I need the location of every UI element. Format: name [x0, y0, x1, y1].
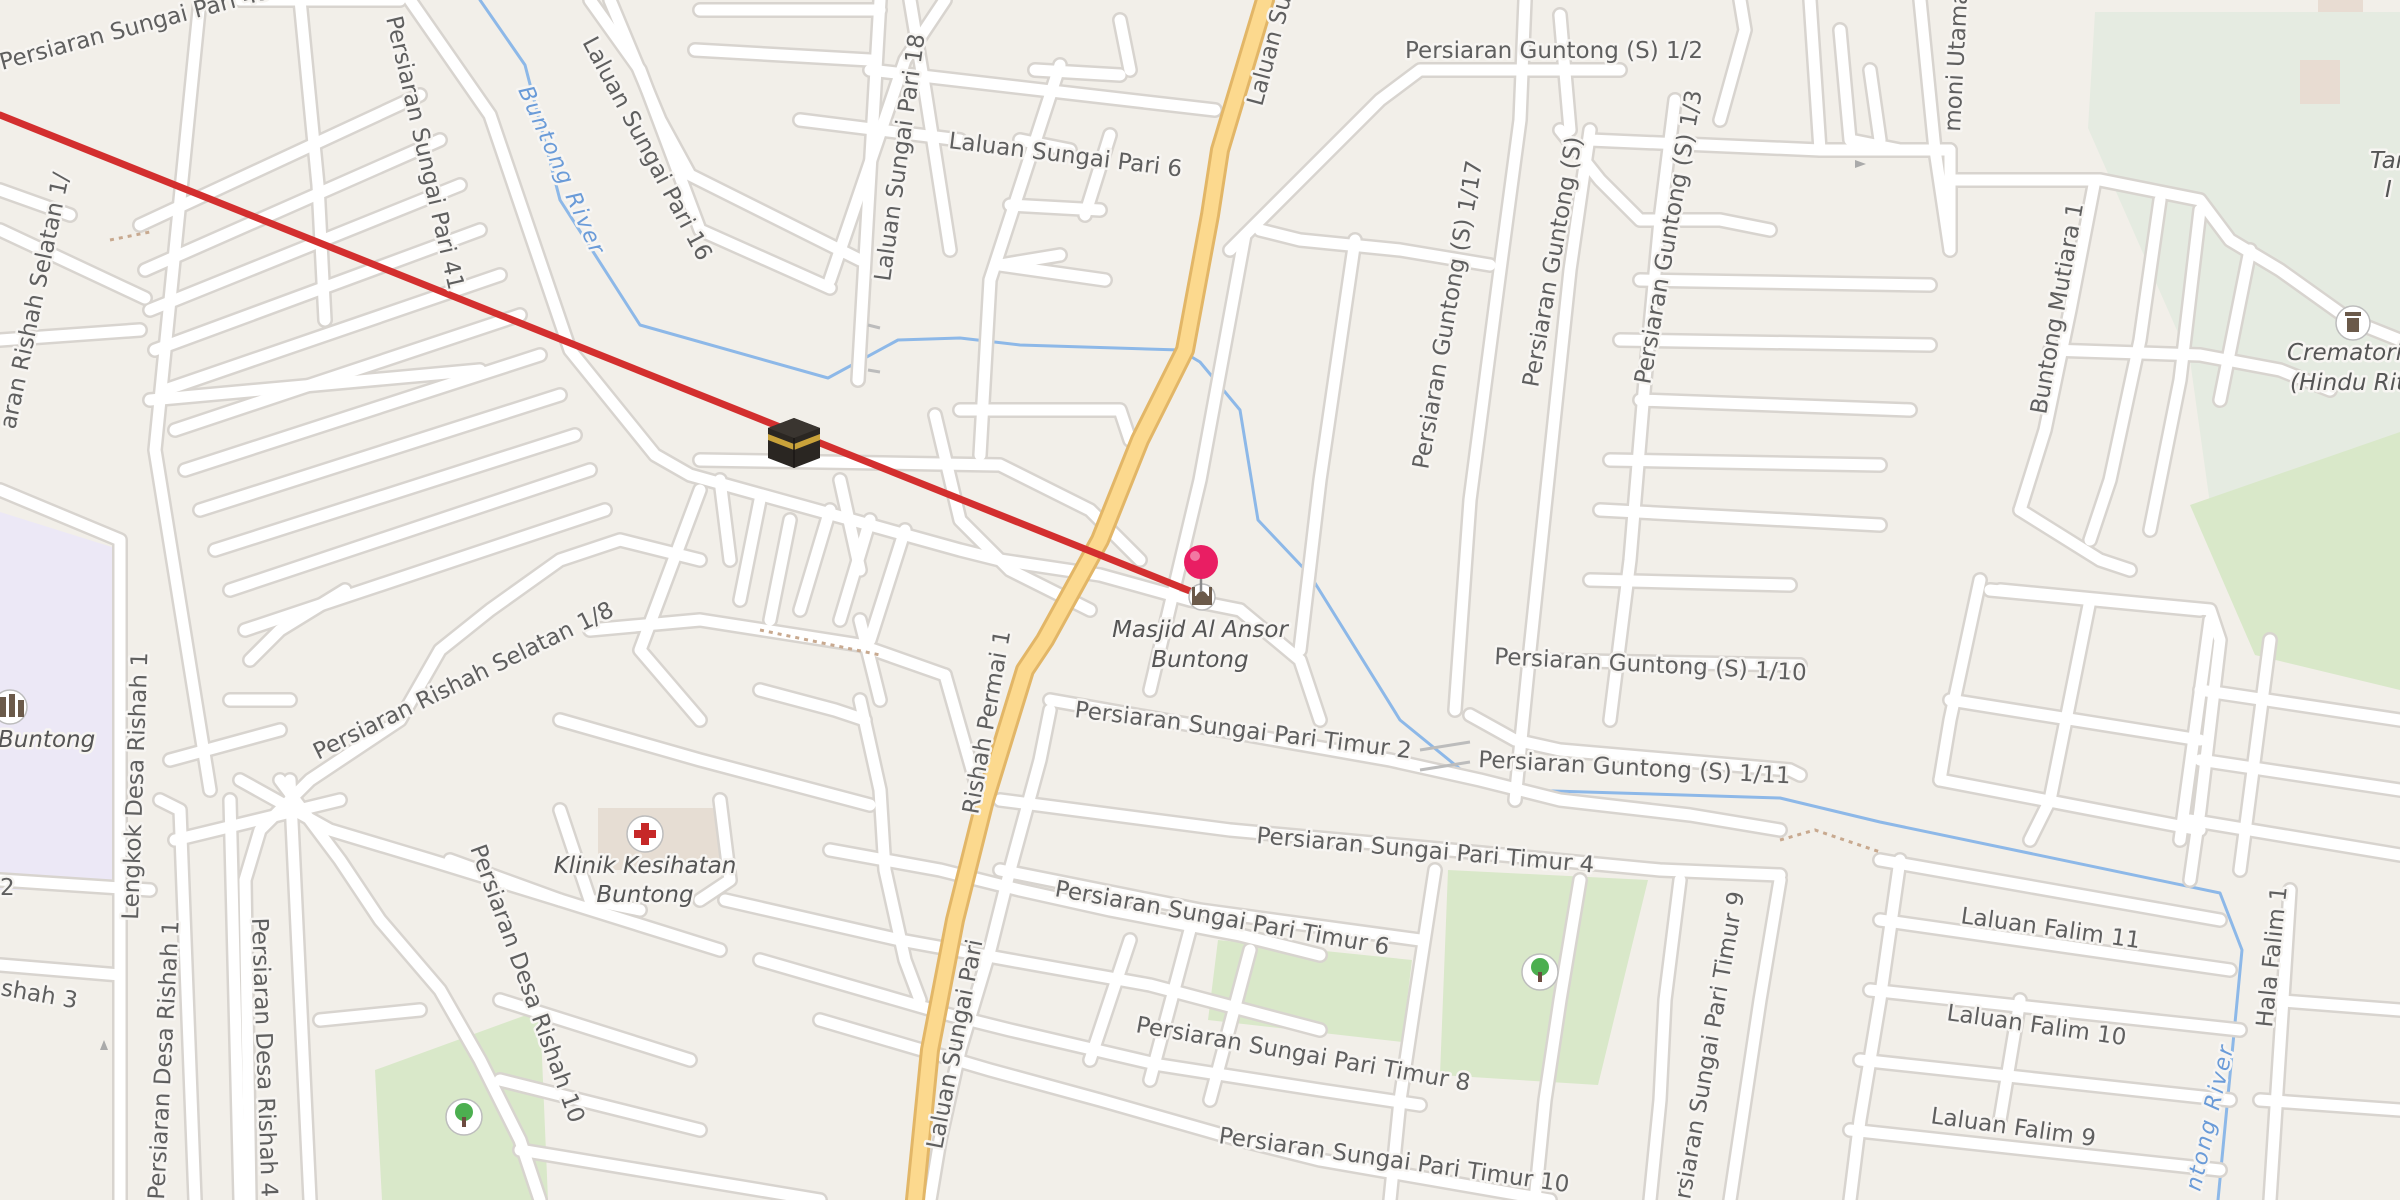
masjid-label-line1: Masjid Al Ansor	[1112, 617, 1289, 643]
masjid-label-line2: Buntong	[1151, 647, 1248, 673]
crematorium-label-line1: Crematoriu	[2287, 340, 2400, 366]
crematorium-label-line2: (Hindu Rite	[2290, 370, 2400, 396]
label-edge-2: 2	[0, 875, 15, 901]
map-pin-highlight	[1190, 551, 1200, 561]
urn-icon	[2345, 312, 2361, 332]
tree-icon	[1521, 953, 1559, 991]
map-pin-icon[interactable]	[1184, 545, 1218, 579]
tree-icon	[445, 1098, 483, 1136]
buntong-left-label: Buntong	[0, 727, 95, 753]
building-ne-2	[2318, 0, 2363, 12]
tam-label-line2: I	[2385, 177, 2392, 203]
building-ne	[2300, 60, 2340, 104]
klinik-label-line2: Buntong	[596, 882, 693, 908]
map-view[interactable]: Persiaran Sungai Pari 45 Persiaran Sunga…	[0, 0, 2400, 1200]
tam-label-line1: Tam	[2370, 148, 2400, 174]
map-canvas[interactable]: Persiaran Sungai Pari 45 Persiaran Sunga…	[0, 0, 2400, 1200]
kaaba-icon[interactable]	[768, 418, 820, 468]
label-guntong-s-1-2: Persiaran Guntong (S) 1/2	[1405, 38, 1703, 64]
klinik-label-line1: Klinik Kesihatan	[554, 853, 737, 879]
